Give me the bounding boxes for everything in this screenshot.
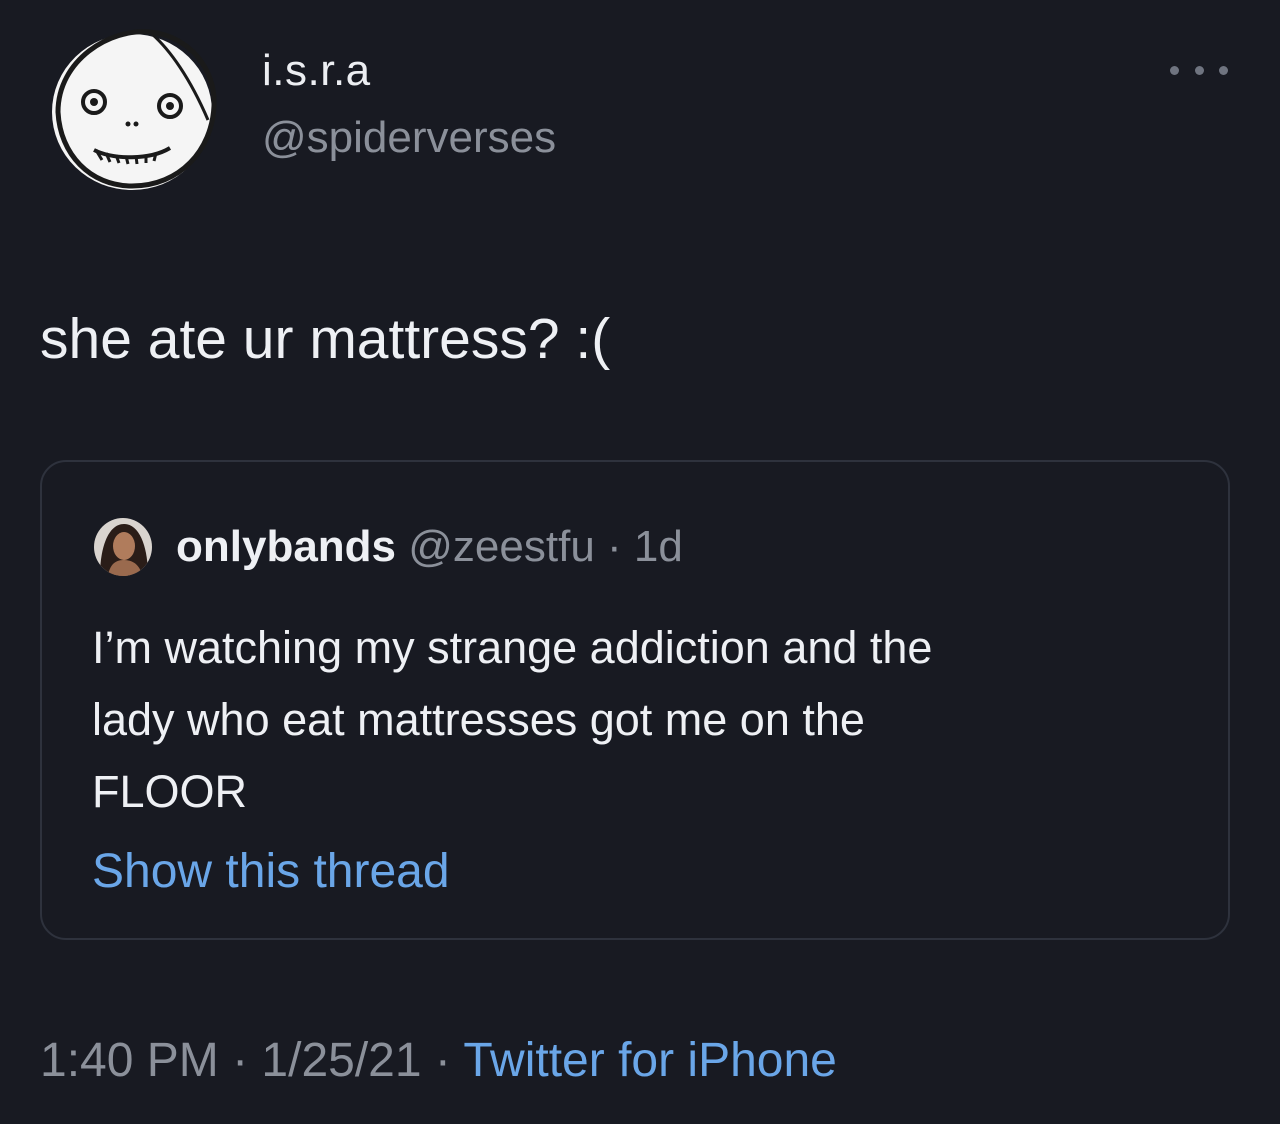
tweet-date[interactable]: 1/25/21	[261, 1034, 421, 1087]
tweet-text: she ate ur mattress? :(	[40, 307, 611, 371]
quoted-text-line: lady who eat mattresses got me on the	[92, 694, 865, 745]
author-block[interactable]: i.s.r.a @spiderverses	[262, 46, 556, 164]
tweet-meta: 1:40 PM · 1/25/21 · Twitter for iPhone	[40, 1030, 837, 1092]
more-dot	[1194, 65, 1204, 75]
more-dot	[1170, 65, 1179, 75]
quoted-avatar[interactable]	[94, 518, 152, 576]
more-dot	[1219, 65, 1228, 75]
tweet-source[interactable]: Twitter for iPhone	[463, 1034, 837, 1087]
quoted-age[interactable]: 1d	[634, 522, 683, 571]
quoted-handle[interactable]: @zeestfu	[408, 522, 595, 571]
quoted-text: I’m watching my strange addiction and th…	[92, 612, 1202, 828]
avatar[interactable]	[40, 20, 232, 190]
quoted-text-line: FLOOR	[92, 766, 248, 817]
more-icon[interactable]	[1170, 58, 1228, 82]
show-thread-link[interactable]: Show this thread	[92, 842, 450, 902]
cartoon-face-icon	[52, 29, 217, 190]
display-name[interactable]: i.s.r.a	[262, 46, 556, 96]
quoted-text-line: I’m watching my strange addiction and th…	[92, 622, 933, 673]
quoted-separator: ·	[594, 522, 634, 571]
meta-separator: ·	[421, 1034, 464, 1087]
quoted-tweet[interactable]: onlybands @zeestfu · 1d I’m watching my …	[40, 460, 1230, 940]
quoted-display-name[interactable]: onlybands	[176, 522, 396, 571]
quoted-header: onlybands @zeestfu · 1d	[176, 520, 683, 574]
profile-photo-icon	[94, 518, 152, 576]
handle[interactable]: @spiderverses	[262, 112, 556, 164]
meta-separator: ·	[218, 1034, 262, 1087]
tweet-time[interactable]: 1:40 PM	[40, 1034, 219, 1087]
